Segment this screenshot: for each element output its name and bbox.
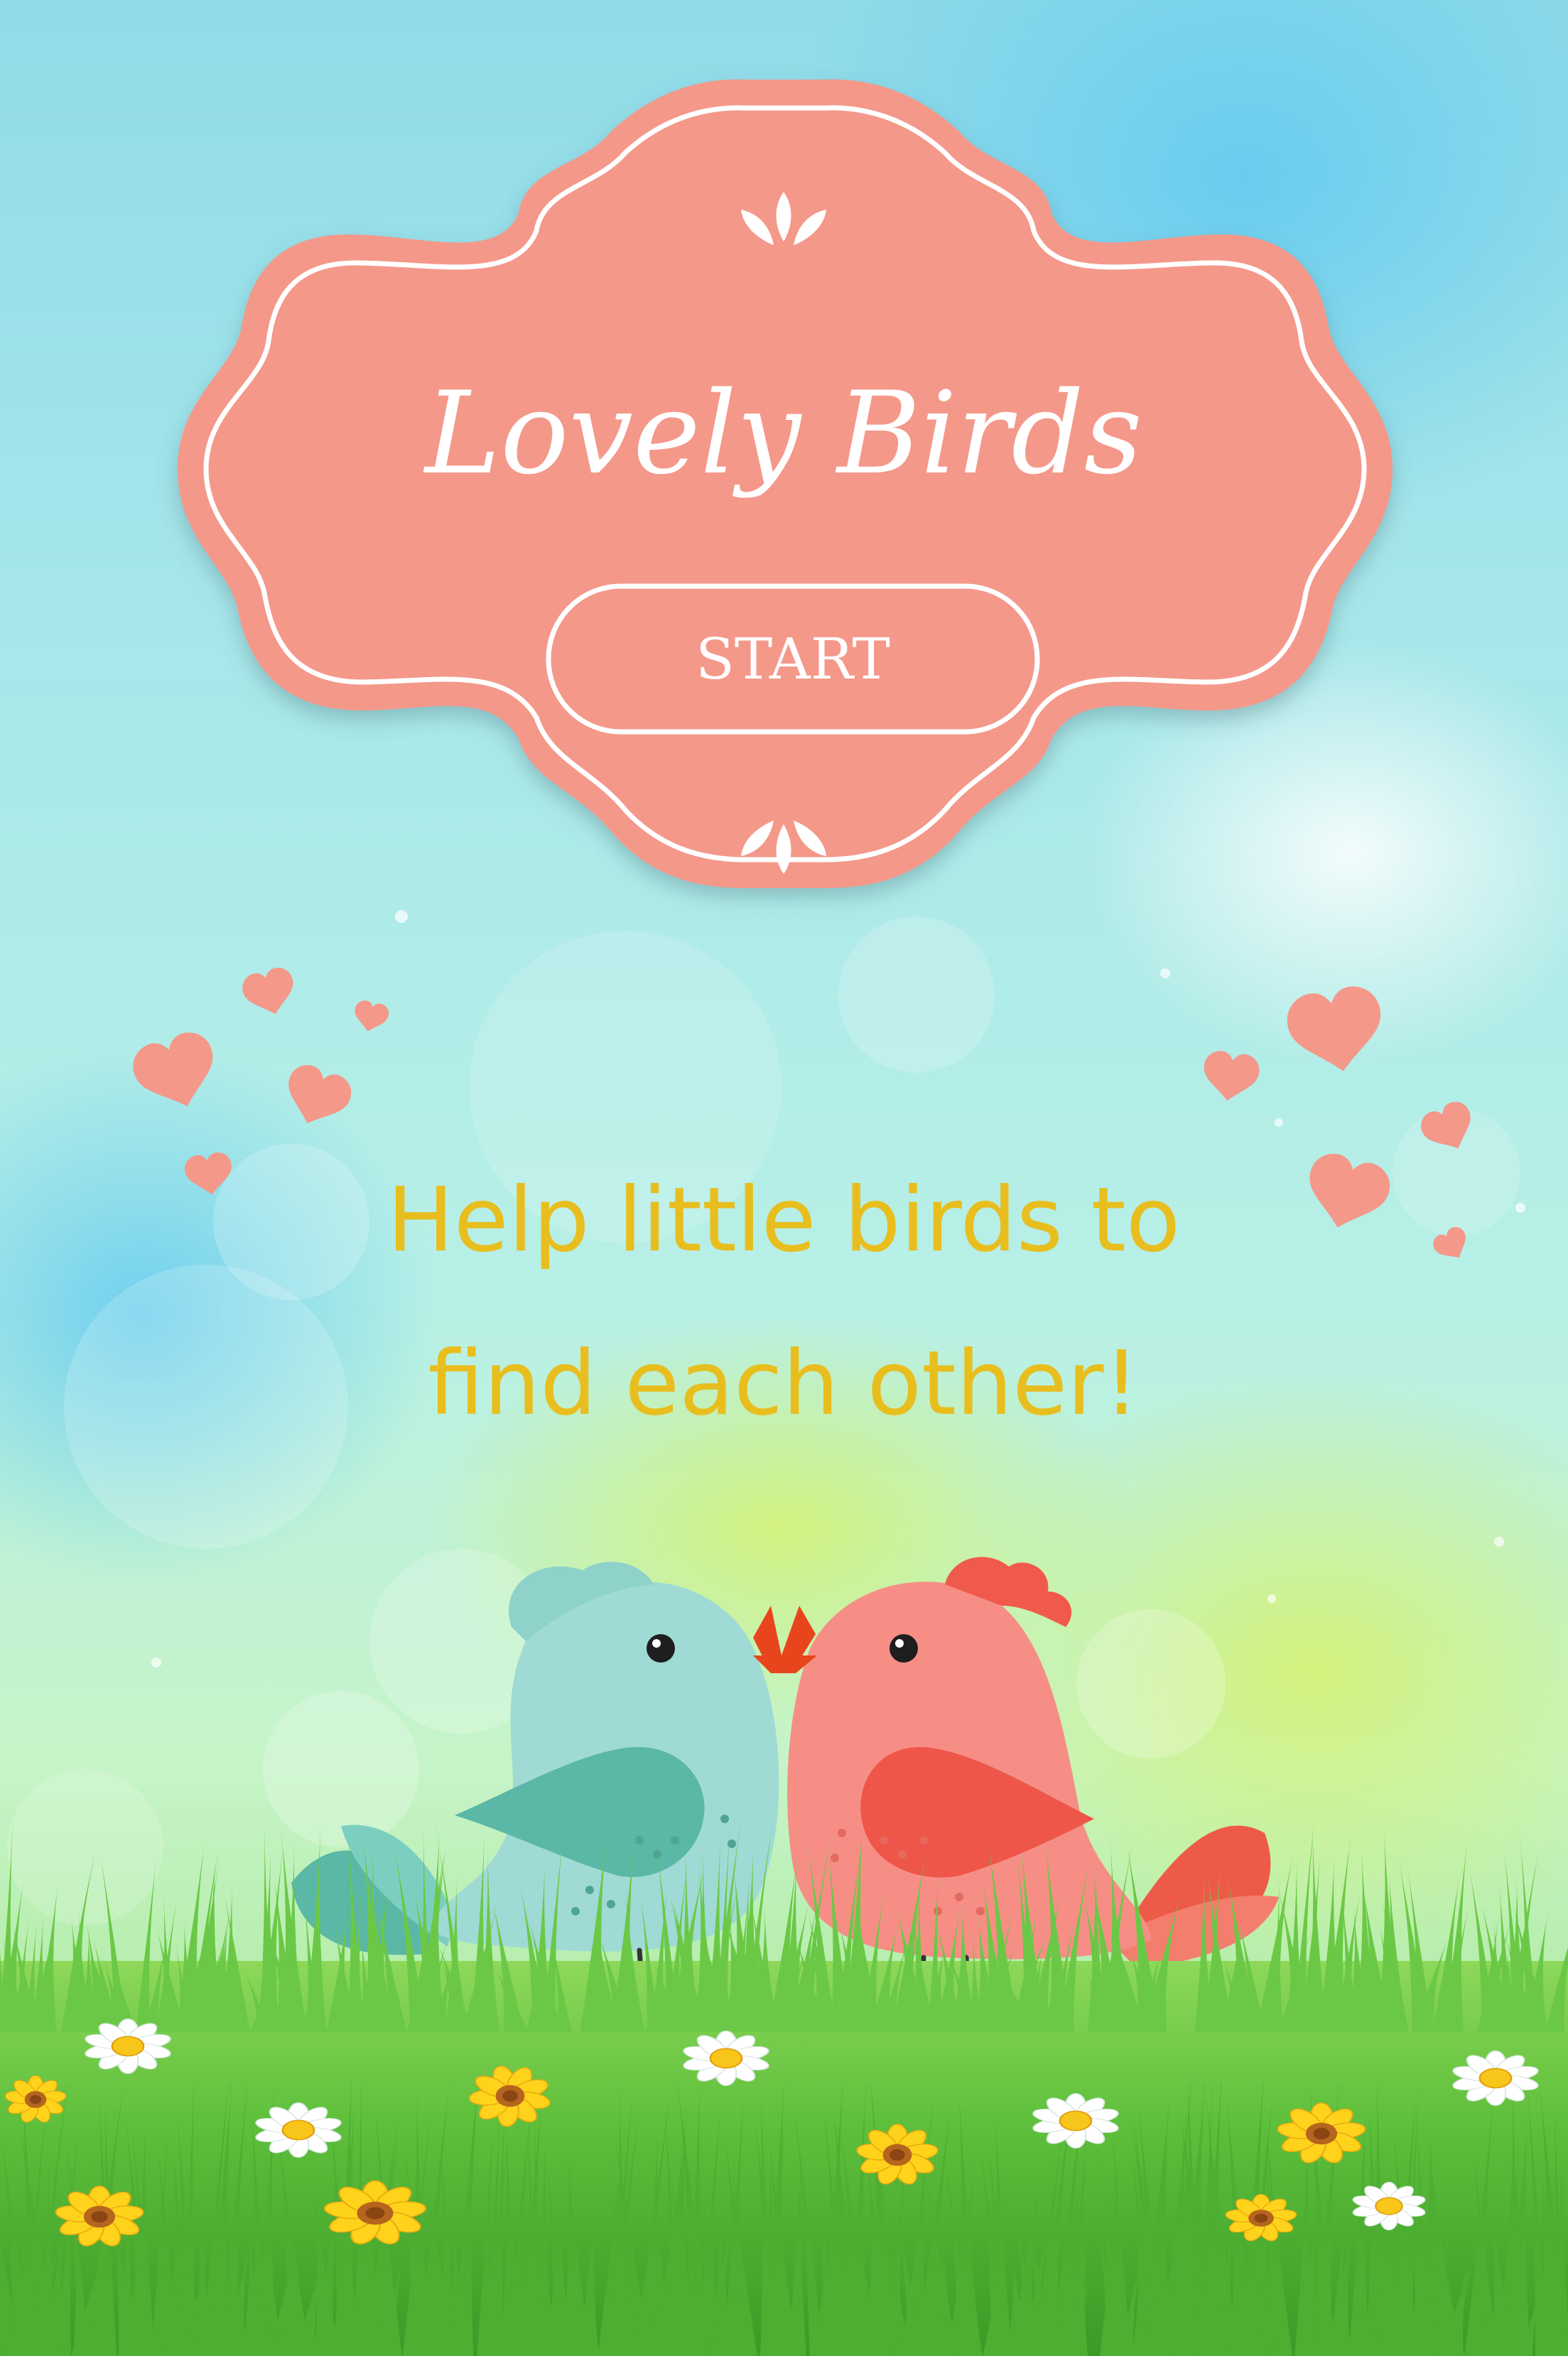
start-button[interactable]: START	[546, 583, 1040, 735]
tagline-line-1: Help little birds to	[387, 1169, 1181, 1272]
pink-bird-eye	[890, 1634, 918, 1663]
game-scene: Lovely Birds START Help little birds to …	[0, 0, 1568, 2356]
blue-bird-eye	[647, 1634, 675, 1663]
tagline-line-2: find each other!	[428, 1332, 1139, 1435]
start-button-label[interactable]: START	[696, 626, 890, 692]
game-title: Lovely Birds	[423, 367, 1142, 499]
